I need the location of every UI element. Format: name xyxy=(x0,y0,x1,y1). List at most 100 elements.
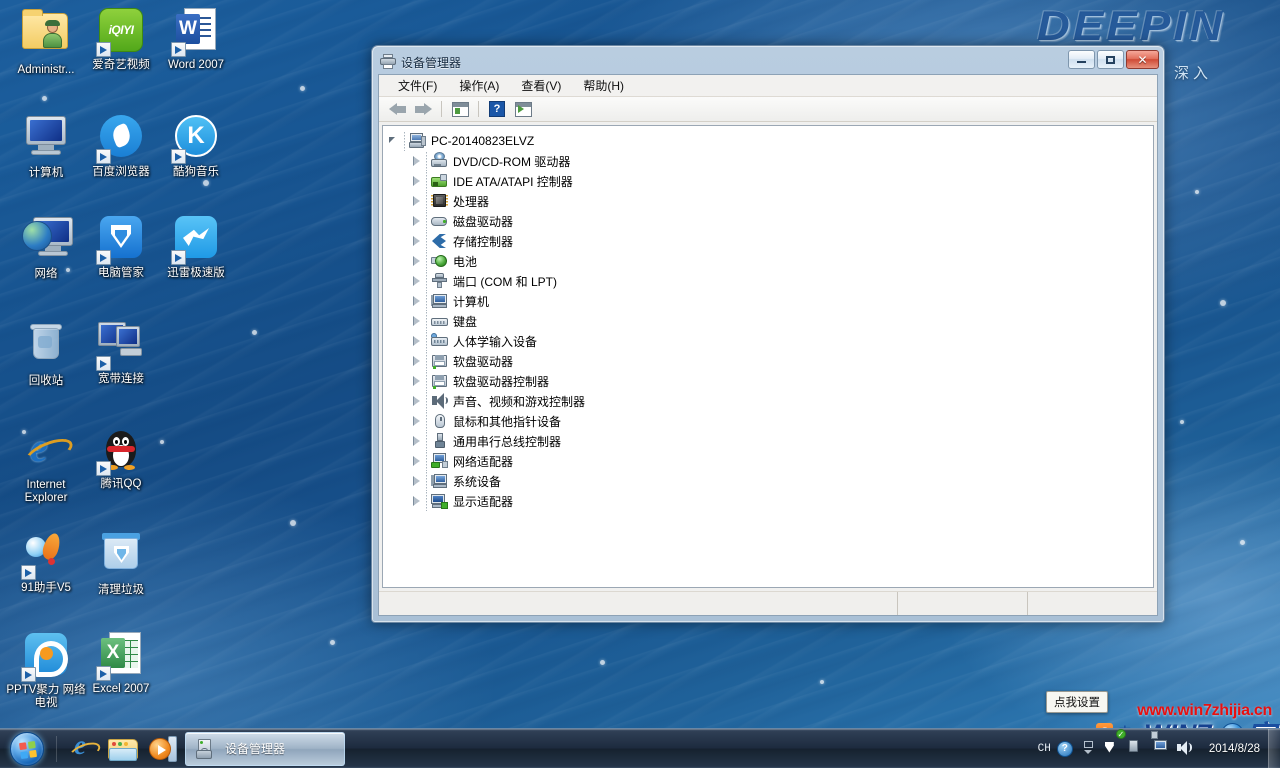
taskbar[interactable]: 设备管理器 CH ? ✓ 2014/8/28 xyxy=(0,728,1280,768)
desktop-icon-kugou-music[interactable]: 酷狗音乐 xyxy=(158,112,234,179)
desktop-icon-thunder-express[interactable]: 迅雷极速版 xyxy=(158,213,234,280)
help-button[interactable]: ? xyxy=(485,98,509,120)
tree-node[interactable]: 人体学输入设备 xyxy=(389,331,1149,351)
desktop-icon-broadband-connection[interactable]: 宽带连接 xyxy=(83,318,159,386)
tree-node[interactable]: 计算机 xyxy=(389,291,1149,311)
desktop-icon-tencent-qq[interactable]: 腾讯QQ xyxy=(83,424,159,491)
desktop-icon-internet-explorer[interactable]: Internet Explorer xyxy=(8,424,84,505)
window-controls[interactable]: ✕ xyxy=(1068,50,1159,69)
expander-closed-icon[interactable] xyxy=(411,416,422,427)
tree-connector xyxy=(424,376,431,387)
expander-open-icon[interactable] xyxy=(389,136,400,147)
tray-show-hidden-icons-button[interactable] xyxy=(1081,739,1095,759)
status-pane-message xyxy=(379,592,897,615)
expander-closed-icon[interactable] xyxy=(411,356,422,367)
maximize-button[interactable] xyxy=(1097,50,1124,69)
desktop-icon-baidu-browser[interactable]: 百度浏览器 xyxy=(83,112,159,179)
desktop-icon-excel-2007[interactable]: X Excel 2007 xyxy=(83,630,159,696)
expander-closed-icon[interactable] xyxy=(411,336,422,347)
tree-node[interactable]: 系统设备 xyxy=(389,471,1149,491)
expander-closed-icon[interactable] xyxy=(411,176,422,187)
tree-node[interactable]: 软盘驱动器 xyxy=(389,351,1149,371)
expander-closed-icon[interactable] xyxy=(411,156,422,167)
expander-closed-icon[interactable] xyxy=(411,496,422,507)
desktop-icon-network[interactable]: 网络 xyxy=(8,213,84,281)
desktop-icon-pptv-network-tv[interactable]: PPTV聚力 网络电视 xyxy=(3,630,89,710)
tencent-qq-penguin-icon xyxy=(97,427,145,475)
tree-connector xyxy=(424,496,431,507)
expander-closed-icon[interactable] xyxy=(411,456,422,467)
menu-file[interactable]: 文件(F) xyxy=(387,75,448,96)
menu-help[interactable]: 帮助(H) xyxy=(572,75,635,96)
tray-help-icon[interactable]: ? xyxy=(1057,741,1073,757)
tree-node[interactable]: 软盘驱动器控制器 xyxy=(389,371,1149,391)
tree-node[interactable]: 鼠标和其他指针设备 xyxy=(389,411,1149,431)
quicklaunch-media-player[interactable] xyxy=(143,731,183,767)
tree-node[interactable]: 显示适配器 xyxy=(389,491,1149,511)
back-button[interactable] xyxy=(385,98,409,120)
window-titlebar[interactable]: 设备管理器 ✕ xyxy=(372,46,1164,73)
tray-volume-icon[interactable] xyxy=(1176,739,1196,759)
expander-closed-icon[interactable] xyxy=(411,216,422,227)
expander-closed-icon[interactable] xyxy=(411,396,422,407)
tree-node[interactable]: 磁盘驱动器 xyxy=(389,211,1149,231)
start-button[interactable] xyxy=(4,731,50,767)
desktop-icon-iqiyi-video[interactable]: 爱奇艺视频 xyxy=(83,6,159,72)
tree-node[interactable]: 电池 xyxy=(389,251,1149,271)
menu-view[interactable]: 查看(V) xyxy=(510,75,572,96)
tree-node[interactable]: 端口 (COM 和 LPT) xyxy=(389,271,1149,291)
device-tree[interactable]: PC-20140823ELVZ DVD/CD-ROM 驱动器 IDE ATA/A… xyxy=(382,125,1154,588)
desktop-icon-word-2007[interactable]: W Word 2007 xyxy=(158,6,234,72)
tree-node[interactable]: 通用串行总线控制器 xyxy=(389,431,1149,451)
tray-clock[interactable]: 2014/8/28 xyxy=(1201,742,1268,756)
tree-node[interactable]: 存储控制器 xyxy=(389,231,1149,251)
tree-node-label: 磁盘驱动器 xyxy=(453,213,513,230)
tray-network-icon[interactable] xyxy=(1151,739,1171,759)
tree-node-root[interactable]: PC-20140823ELVZ xyxy=(389,131,1149,151)
show-desktop-button[interactable] xyxy=(1268,729,1280,768)
tray-pc-manager-icon[interactable] xyxy=(1101,739,1121,759)
menu-action[interactable]: 操作(A) xyxy=(448,75,510,96)
close-button[interactable]: ✕ xyxy=(1126,50,1159,69)
expander-closed-icon[interactable] xyxy=(411,476,422,487)
tree-node[interactable]: DVD/CD-ROM 驱动器 xyxy=(389,151,1149,171)
toolbar[interactable]: ? xyxy=(379,97,1157,122)
expander-closed-icon[interactable] xyxy=(411,376,422,387)
tray-usb-safe-remove-icon[interactable]: ✓ xyxy=(1126,739,1146,759)
tree-node[interactable]: 声音、视频和游戏控制器 xyxy=(389,391,1149,411)
properties-button[interactable] xyxy=(448,98,472,120)
desktop[interactable]: DEEPIN 深入 Administr... 爱奇艺视频 W Word 2007 xyxy=(0,0,1280,768)
system-tray[interactable]: CH ? ✓ 2014/8/28 xyxy=(1038,729,1280,768)
tree-node[interactable]: 处理器 xyxy=(389,191,1149,211)
expander-closed-icon[interactable] xyxy=(411,236,422,247)
expander-closed-icon[interactable] xyxy=(411,256,422,267)
shortcut-arrow-icon xyxy=(171,250,186,265)
desktop-icon-label: 爱奇艺视频 xyxy=(83,59,159,72)
tray-ime-label[interactable]: CH xyxy=(1038,743,1051,755)
taskbar-task-device-manager[interactable]: 设备管理器 xyxy=(185,732,345,766)
tree-node[interactable]: 网络适配器 xyxy=(389,451,1149,471)
desktop-icon-recycle-bin[interactable]: 回收站 xyxy=(8,318,84,388)
desktop-icon-label: 清理垃圾 xyxy=(83,584,159,597)
desktop-icon-clean-junk[interactable]: 清理垃圾 xyxy=(83,528,159,597)
tree-node[interactable]: 键盘 xyxy=(389,311,1149,331)
expander-closed-icon[interactable] xyxy=(411,276,422,287)
device-manager-window[interactable]: 设备管理器 ✕ 文件(F) 操作(A) 查看(V) 帮助(H) ? xyxy=(371,45,1165,623)
quicklaunch-internet-explorer[interactable] xyxy=(63,731,103,767)
expander-closed-icon[interactable] xyxy=(411,196,422,207)
expander-closed-icon[interactable] xyxy=(411,316,422,327)
tree-node[interactable]: IDE ATA/ATAPI 控制器 xyxy=(389,171,1149,191)
desktop-icon-computer[interactable]: 计算机 xyxy=(8,112,84,180)
quicklaunch-file-explorer[interactable] xyxy=(103,731,143,767)
desktop-icon-pc-manager[interactable]: 电脑管家 xyxy=(83,213,159,280)
ime-settings-tooltip[interactable]: 点我设置 xyxy=(1046,691,1108,713)
forward-button[interactable] xyxy=(411,98,435,120)
menu-bar[interactable]: 文件(F) 操作(A) 查看(V) 帮助(H) xyxy=(379,75,1157,97)
desktop-icon-assistant-91-v5[interactable]: 91助手V5 xyxy=(8,528,84,595)
scan-hardware-button[interactable] xyxy=(511,98,535,120)
expander-closed-icon[interactable] xyxy=(411,296,422,307)
desktop-icon-administrator-folder[interactable]: Administr... xyxy=(8,6,84,77)
tree-connector xyxy=(424,436,431,447)
minimize-button[interactable] xyxy=(1068,50,1095,69)
expander-closed-icon[interactable] xyxy=(411,436,422,447)
